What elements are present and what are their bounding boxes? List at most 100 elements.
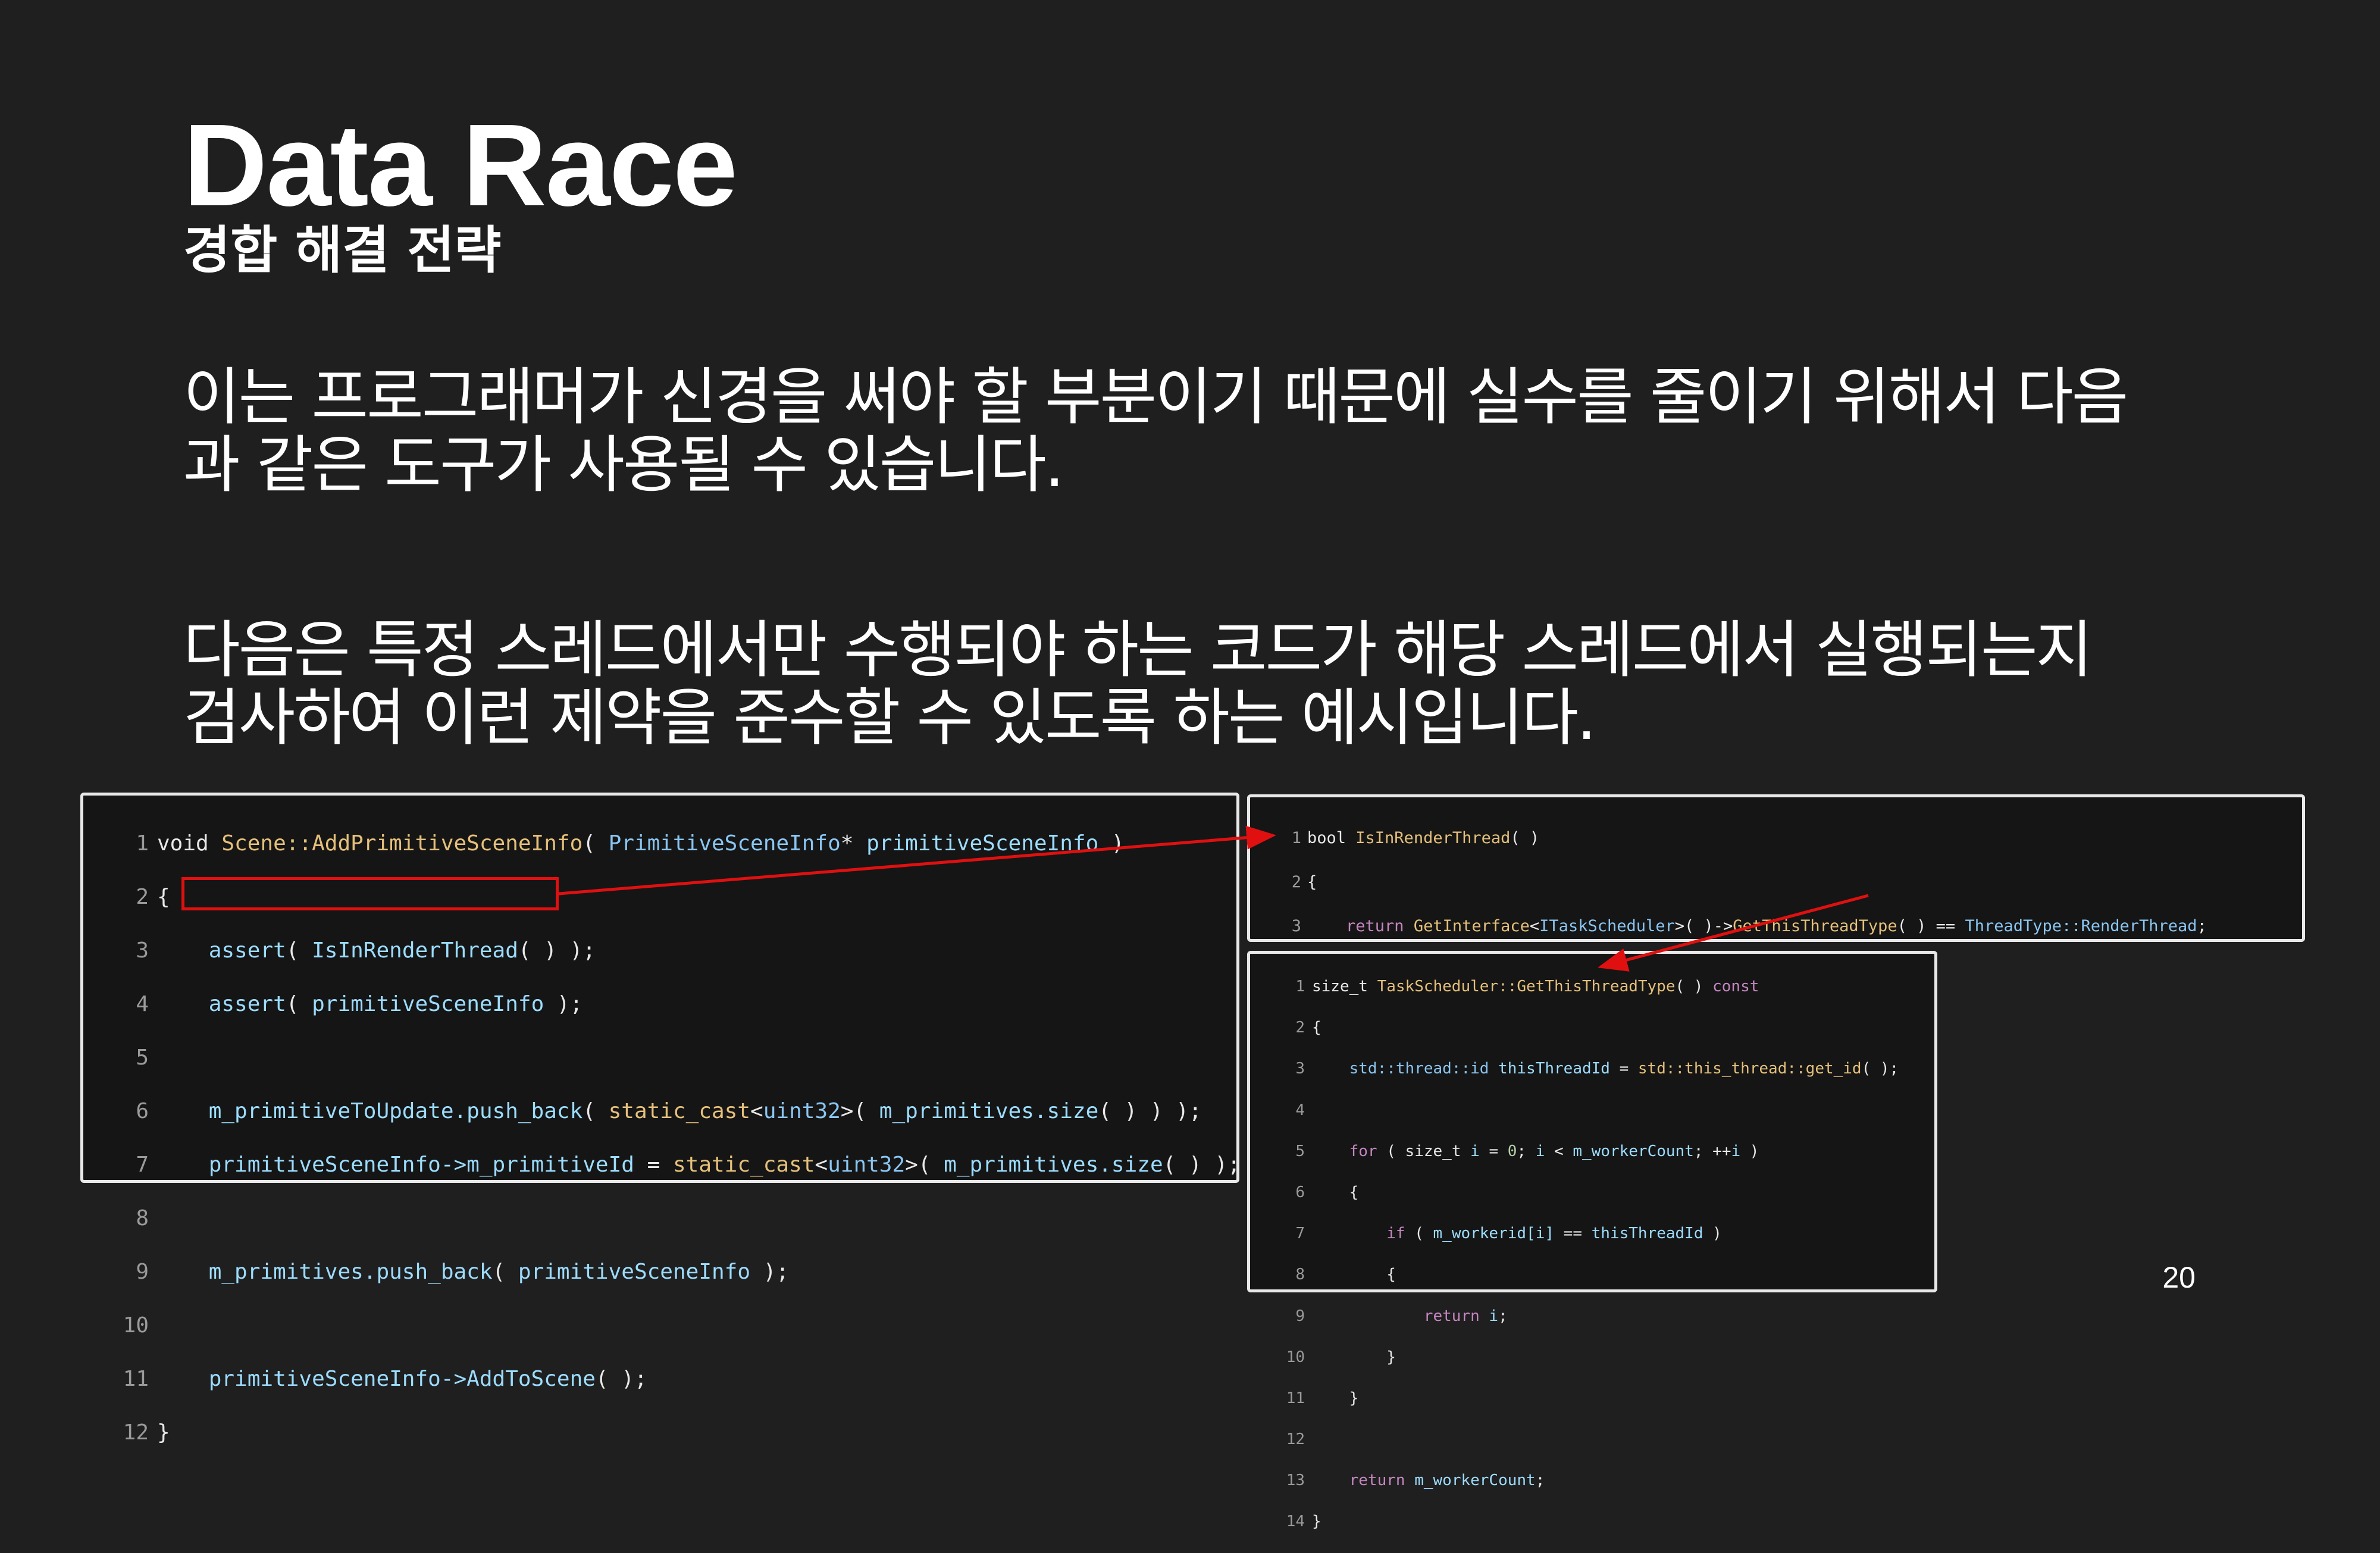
paragraph-line: 과 같은 도구가 사용될 수 있습니다.: [183, 428, 1064, 501]
code-token: (: [492, 1260, 518, 1284]
code-line: 6 {: [1281, 1182, 1899, 1203]
code-line: 8 {: [1281, 1264, 1899, 1285]
line-number: 2: [1291, 873, 1301, 891]
code-token: ITaskScheduler: [1539, 917, 1675, 935]
code-token: >( )->: [1674, 917, 1733, 935]
line-number: 11: [123, 1367, 149, 1391]
code-line: 4: [1281, 1100, 1899, 1121]
line-number: 3: [136, 938, 149, 963]
code-token: TaskScheduler::GetThisThreadType: [1377, 978, 1676, 995]
code-token: std::thread::id: [1349, 1060, 1489, 1078]
code-token: );: [544, 992, 583, 1016]
code-token: IsInRenderThread: [312, 938, 518, 963]
code-token: Scene::AddPrimitiveSceneInfo: [221, 831, 583, 856]
code-token: (: [286, 938, 312, 963]
code-token: assert: [208, 938, 286, 963]
code-token: primitiveSceneInfo: [866, 831, 1099, 856]
paragraph-example: 다음은 특정 스레드에서만 수행되야 하는 코드가 해당 스레드에서 실행되는지…: [183, 616, 2266, 752]
code-line: 12: [1281, 1429, 1899, 1450]
code-token: }: [157, 1420, 170, 1445]
code-token: i: [1731, 1142, 1741, 1160]
line-number: 7: [136, 1153, 149, 1177]
line-number: 4: [136, 992, 149, 1016]
code-token: ( ): [1510, 829, 1540, 847]
code-token: <: [815, 1153, 828, 1177]
code-token: ): [1098, 831, 1125, 856]
code-token: =: [1609, 1060, 1638, 1078]
code-token: i: [1535, 1142, 1545, 1160]
paragraph-intro: 이는 프로그래머가 신경을 써야 할 부분이기 때문에 실수를 줄이기 위해서 …: [183, 363, 2266, 499]
code-line: 2{: [1286, 871, 2207, 893]
code-token: m_primitives.size: [944, 1153, 1163, 1177]
code-token: primitiveSceneInfo: [312, 992, 544, 1016]
line-number: 3: [1291, 917, 1301, 935]
code-line: 4 assert( primitiveSceneInfo );: [120, 991, 1241, 1017]
code-block-add-primitive: 1 void Scene::AddPrimitiveSceneInfo( Prim…: [80, 793, 1241, 1445]
code-token: {: [157, 885, 170, 909]
code-token: {: [1312, 1019, 1321, 1037]
code-line: 5 for ( size_t i = 0; i < m_workerCount;…: [1281, 1141, 1899, 1162]
paragraph-line: 검사하여 이런 제약을 준수할 수 있도록 하는 예시입니다.: [183, 681, 1596, 754]
line-number: 5: [136, 1045, 149, 1070]
code-token: primitiveSceneInfo->AddToScene: [208, 1367, 596, 1391]
code-token: bool: [1307, 829, 1356, 847]
line-number: 1: [1295, 978, 1305, 995]
code-token: m_workerid[i]: [1433, 1225, 1555, 1243]
code-line: 14}: [1281, 1511, 1899, 1532]
code-token: return: [1349, 1471, 1415, 1490]
code-token: const: [1712, 978, 1759, 995]
code-line: 2{: [1281, 1017, 1899, 1038]
line-number: 13: [1286, 1471, 1305, 1490]
line-number: 2: [1295, 1019, 1305, 1037]
code-token: m_primitives.size: [879, 1099, 1099, 1123]
code-token: primitiveSceneInfo: [518, 1260, 751, 1284]
code-token: static_cast: [672, 1153, 815, 1177]
line-number: 3: [1295, 1060, 1305, 1078]
line-number: 10: [1286, 1348, 1305, 1366]
line-number: 1: [136, 831, 149, 856]
code-token: ThreadType::RenderThread: [1965, 917, 2197, 935]
line-number: 9: [1295, 1307, 1305, 1325]
code-token: i: [1489, 1307, 1499, 1325]
code-token: (: [286, 992, 312, 1016]
code-block-is-in-render-thread: 1 bool IsInRenderThread( ) 2{ 3 return Ge…: [1247, 794, 2305, 979]
code-token: size_t: [1312, 978, 1377, 995]
code-token: }: [1312, 1348, 1396, 1366]
line-number: 6: [136, 1099, 149, 1123]
code-line: 7 primitiveSceneInfo->m_primitiveId = st…: [120, 1151, 1241, 1178]
code-token: ( );: [595, 1367, 647, 1391]
code-line: 5: [120, 1044, 1241, 1071]
code-line: 6 m_primitiveToUpdate.push_back( static_…: [120, 1098, 1241, 1125]
code-token: =: [1479, 1142, 1508, 1160]
line-number: 10: [123, 1313, 149, 1338]
code-token: primitiveSceneInfo->m_primitiveId: [208, 1153, 634, 1177]
code-token: 0: [1507, 1142, 1517, 1160]
code-token: );: [750, 1260, 790, 1284]
slide-title: Data Race: [183, 100, 738, 230]
code-token: <: [1529, 917, 1540, 935]
code-line: 11 }: [1281, 1388, 1899, 1409]
code-token: =: [634, 1153, 673, 1177]
slide-subtitle: 경합 해결 전략: [183, 221, 502, 280]
code-line: 3 std::thread::id thisThreadId = std::th…: [1281, 1059, 1899, 1079]
code-token: GetInterface: [1413, 917, 1530, 935]
code-token: m_primitives.push_back: [208, 1260, 493, 1284]
code-token: (: [583, 1099, 609, 1123]
code-line: 1 size_t TaskScheduler::GetThisThreadType…: [1281, 976, 1899, 997]
code-block-get-this-thread-type: 1 size_t TaskScheduler::GetThisThreadType…: [1247, 951, 1937, 1530]
paragraph-line: 다음은 특정 스레드에서만 수행되야 하는 코드가 해당 스레드에서 실행되는지: [183, 613, 2093, 686]
code-token: static_cast: [608, 1099, 751, 1123]
code-token: ( ) );: [1163, 1153, 1241, 1177]
code-token: >(: [840, 1099, 879, 1123]
line-number: 14: [1286, 1513, 1305, 1531]
code-token: }: [1312, 1389, 1359, 1407]
code-line: 11 primitiveSceneInfo->AddToScene( );: [120, 1366, 1241, 1392]
code-token: PrimitiveSceneInfo: [608, 831, 841, 856]
line-number: 1: [1291, 829, 1301, 847]
